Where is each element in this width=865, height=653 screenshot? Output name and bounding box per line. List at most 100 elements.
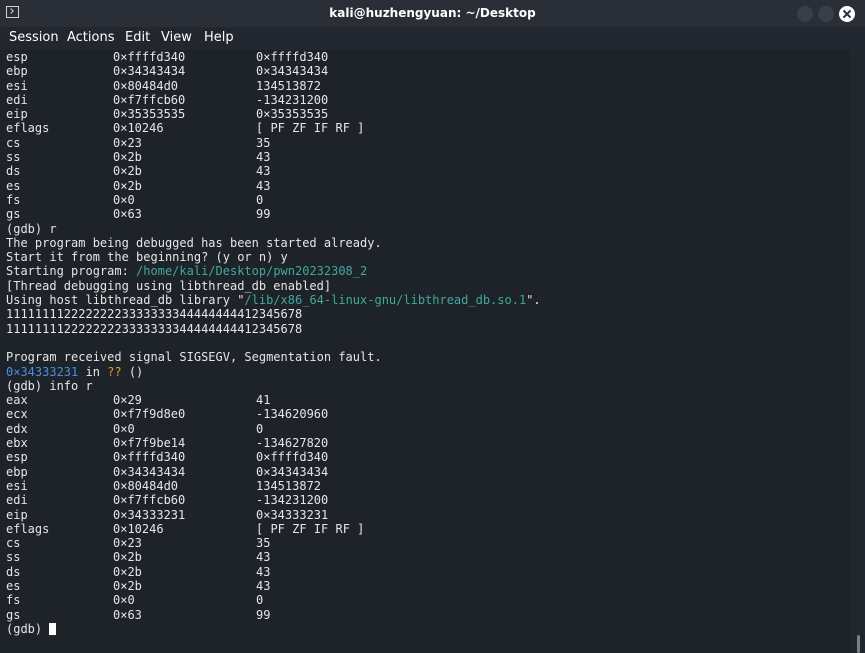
register-row: edx 0×0 0	[6, 422, 850, 436]
menu-actions[interactable]: Actions	[67, 30, 115, 45]
terminal-window: kali@huzhengyuan: ~/Desktop Session Acti…	[0, 0, 865, 653]
register-name: eflags	[6, 121, 50, 136]
register-name: gs	[6, 607, 21, 622]
register-value: -134231200	[256, 493, 329, 508]
register-hex: 0×10246	[113, 521, 164, 536]
register-value: 0	[256, 421, 264, 436]
register-row: cs 0×23 35	[6, 136, 850, 150]
register-name: esi	[6, 478, 28, 493]
register-value: 0	[256, 192, 264, 207]
menu-edit[interactable]: Edit	[125, 30, 150, 45]
register-hex: 0×23	[113, 536, 142, 551]
fault-in: in	[78, 364, 108, 379]
maximize-button[interactable]	[818, 6, 834, 22]
register-name: cs	[6, 536, 21, 551]
menu-session[interactable]: Session	[9, 30, 59, 45]
register-name: eip	[6, 507, 28, 522]
register-value: 99	[256, 607, 271, 622]
register-row: esi 0×80484d0 134513872	[6, 79, 850, 93]
menu-view[interactable]: View	[161, 30, 192, 45]
register-hex: 0×63	[113, 607, 142, 622]
register-name: edx	[6, 421, 28, 436]
title-bar[interactable]: kali@huzhengyuan: ~/Desktop	[0, 0, 865, 27]
register-value: 43	[256, 150, 271, 165]
register-hex: 0×80484d0	[113, 478, 179, 493]
register-name: eflags	[6, 521, 50, 536]
terminal-output[interactable]: esp 0×ffffd340 0×ffffd340 ebp 0×34343434 0×34…	[0, 50, 850, 653]
register-hex: 0×ffffd340	[113, 50, 186, 64]
menu-help[interactable]: Help	[204, 30, 234, 45]
starting-program-prefix: Starting program:	[6, 264, 137, 279]
register-hex: 0×29	[113, 393, 142, 408]
register-name: ss	[6, 550, 21, 565]
register-row: esi 0×80484d0 134513872	[6, 479, 850, 493]
register-row: ds 0×2b 43	[6, 565, 850, 579]
register-value: 43	[256, 550, 271, 565]
register-row: ebp 0×34343434 0×34343434	[6, 64, 850, 78]
register-hex: 0×34343434	[113, 64, 186, 79]
register-hex: 0×0	[113, 192, 135, 207]
program-path: /home/kali/Desktop/pwn20232308_2	[136, 264, 368, 279]
register-name: ebp	[6, 464, 28, 479]
register-name: es	[6, 178, 21, 193]
start-question: Start it from the beginning? (y or n) y	[6, 250, 288, 265]
minimize-button[interactable]	[797, 6, 813, 22]
register-name: fs	[6, 192, 21, 207]
register-hex: 0×80484d0	[113, 78, 179, 93]
register-value: -134620960	[256, 407, 329, 422]
register-value: 0	[256, 593, 264, 608]
window-title: kali@huzhengyuan: ~/Desktop	[329, 6, 536, 20]
register-value: 134513872	[256, 478, 322, 493]
register-row: esp 0×ffffd340 0×ffffd340	[6, 50, 850, 64]
register-row: edi 0×f7ffcb60 -134231200	[6, 93, 850, 107]
register-row: eip 0×34333231 0×34333231	[6, 508, 850, 522]
register-row: gs 0×63 99	[6, 608, 850, 622]
register-row: eip 0×35353535 0×35353535	[6, 107, 850, 121]
register-hex: 0×f7f9be14	[113, 436, 186, 451]
register-table-bottom: eax 0×29 41 ecx 0×f7f9d8e0 -134620960 edx 0×0 0 e…	[6, 393, 850, 622]
register-value: 43	[256, 178, 271, 193]
register-value: 41	[256, 393, 271, 408]
register-row: ecx 0×f7f9d8e0 -134620960	[6, 407, 850, 421]
already-started-message: The program being debugged has been star…	[6, 235, 382, 250]
register-row: gs 0×63 99	[6, 207, 850, 221]
register-table-top: esp 0×ffffd340 0×ffffd340 ebp 0×34343434 0×34…	[6, 50, 850, 222]
thread-debug-message: [Thread debugging using libthread_db ena…	[6, 278, 332, 293]
register-value: -134627820	[256, 436, 329, 451]
gdb-command-info-registers: (gdb) info r	[6, 378, 93, 393]
register-hex: 0×ffffd340	[113, 450, 186, 465]
register-name: ss	[6, 150, 21, 165]
close-button[interactable]	[839, 6, 855, 22]
register-name: eax	[6, 393, 28, 408]
register-hex: 0×34343434	[113, 464, 186, 479]
host-lib-prefix: Using host libthread_db library "	[6, 293, 245, 308]
register-value: -134231200	[256, 92, 329, 107]
register-value: 99	[256, 207, 271, 222]
scrollbar[interactable]	[850, 50, 865, 653]
register-row: eax 0×29 41	[6, 393, 850, 407]
register-hex: 0×2b	[113, 578, 142, 593]
register-name: ds	[6, 164, 21, 179]
register-row: ss 0×2b 43	[6, 150, 850, 164]
register-row: fs 0×0 0	[6, 593, 850, 607]
gdb-prompt-line[interactable]: (gdb)	[6, 622, 850, 636]
register-value: 134513872	[256, 78, 322, 93]
gdb-prompt: (gdb)	[6, 621, 50, 636]
register-hex: 0×2b	[113, 564, 142, 579]
register-hex: 0×34333231	[113, 507, 186, 522]
register-row: es 0×2b 43	[6, 579, 850, 593]
host-lib-suffix: ".	[526, 293, 541, 308]
register-row: es 0×2b 43	[6, 179, 850, 193]
register-name: esi	[6, 78, 28, 93]
register-row: cs 0×23 35	[6, 536, 850, 550]
scrollbar-thumb[interactable]	[857, 635, 860, 653]
fault-location-line: 0×34333231 in ?? ()	[6, 365, 850, 379]
register-value: 43	[256, 578, 271, 593]
fault-address: 0×34333231	[6, 364, 79, 379]
register-value: 0×ffffd340	[256, 450, 329, 465]
register-row: eflags 0×10246 [ PF ZF IF RF ]	[6, 522, 850, 536]
register-name: gs	[6, 207, 21, 222]
register-name: es	[6, 578, 21, 593]
register-hex: 0×f7ffcb60	[113, 493, 186, 508]
